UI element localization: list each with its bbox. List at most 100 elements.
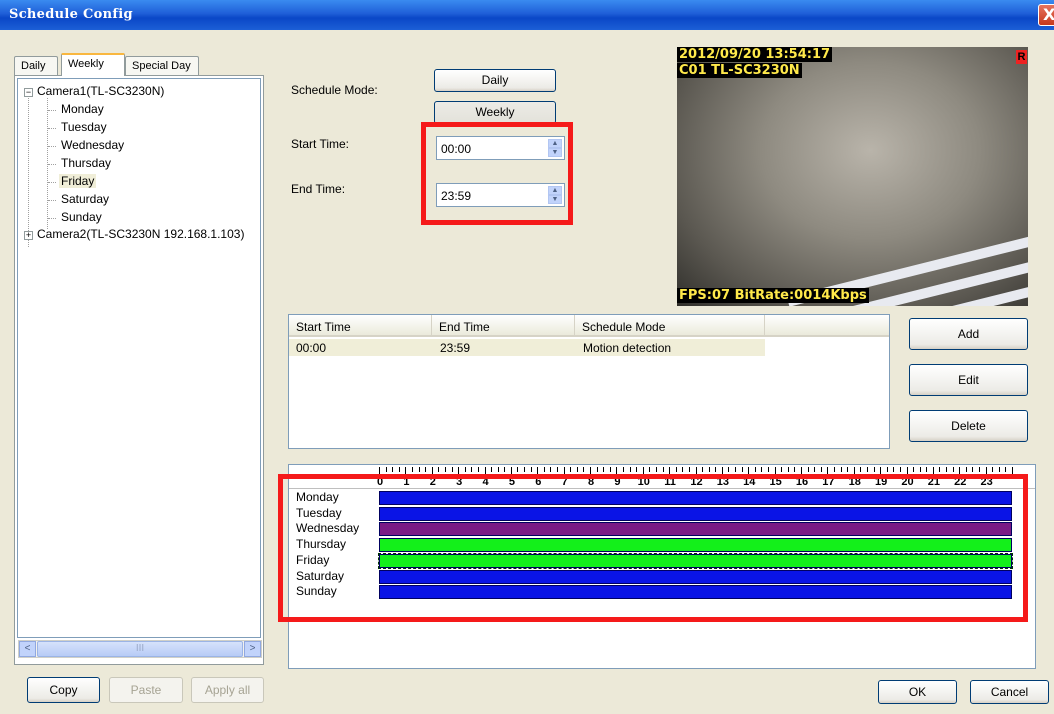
ruler-tick <box>781 467 783 472</box>
paste-button[interactable]: Paste <box>109 677 183 703</box>
ruler-tick <box>530 467 532 472</box>
ruler-tick <box>899 467 901 472</box>
preview-camera-name: C01 TL-SC3230N <box>677 63 802 78</box>
tab-daily[interactable]: Daily <box>14 56 58 76</box>
mode-weekly-button[interactable]: Weekly <box>434 101 556 124</box>
ruler-tick <box>886 467 888 472</box>
ruler-tick <box>939 467 941 472</box>
tree-day-friday[interactable]: Friday <box>59 174 97 188</box>
camera-tree[interactable]: − Camera1(TL-SC3230N) Monday Tuesday Wed… <box>17 78 261 638</box>
ruler-tick <box>820 467 822 472</box>
end-time-label: End Time: <box>291 182 346 196</box>
ruler-tick <box>425 467 427 472</box>
tree-line <box>48 218 56 219</box>
tree-camera1[interactable]: Camera1(TL-SC3230N) <box>37 84 164 98</box>
ruler-tick <box>491 467 493 472</box>
ruler-tick <box>919 467 921 472</box>
ruler-tick <box>418 467 420 472</box>
tab-weekly[interactable]: Weekly <box>61 53 125 76</box>
tree-day-saturday[interactable]: Saturday <box>61 192 109 206</box>
ruler-tick <box>497 467 499 472</box>
scroll-right-arrow-icon[interactable]: > <box>244 641 261 657</box>
tree-horizontal-scrollbar[interactable]: < III > <box>18 640 262 658</box>
apply-all-button[interactable]: Apply all <box>191 677 264 703</box>
tree-line <box>48 182 56 183</box>
preview-timestamp: 2012/09/20 13:54:17 <box>677 47 833 62</box>
ruler-tick <box>411 467 413 472</box>
ruler-tick <box>715 467 717 472</box>
ruler-tick <box>603 467 605 472</box>
ruler-tick <box>702 467 704 472</box>
ruler-tick <box>622 467 624 472</box>
ruler-tick <box>728 467 730 472</box>
ruler-tick <box>438 467 440 472</box>
ruler-tick <box>814 467 816 472</box>
window-title: Schedule Config <box>9 7 133 22</box>
schedule-mode-label: Schedule Mode: <box>291 83 378 97</box>
ruler-tick <box>741 467 743 472</box>
ruler-tick <box>543 467 545 472</box>
ruler-tick <box>873 467 875 472</box>
ruler-tick <box>596 467 598 472</box>
scroll-left-arrow-icon[interactable]: < <box>19 641 36 657</box>
ruler-tick <box>1005 467 1007 472</box>
ruler-tick <box>794 467 796 472</box>
tree-line <box>48 146 56 147</box>
ruler-tick <box>768 467 770 472</box>
column-start-time[interactable]: Start Time <box>289 315 432 336</box>
ruler-tick <box>385 467 387 472</box>
ruler-tick <box>946 467 948 472</box>
tree-day-monday[interactable]: Monday <box>61 102 104 116</box>
delete-button[interactable]: Delete <box>909 410 1028 442</box>
tree-camera2[interactable]: Camera2(TL-SC3230N 192.168.1.103) <box>37 227 244 241</box>
add-button[interactable]: Add <box>909 318 1028 350</box>
column-end-time[interactable]: End Time <box>432 315 575 336</box>
collapse-icon[interactable]: − <box>24 88 33 97</box>
ruler-tick <box>609 467 611 472</box>
mode-daily-button[interactable]: Daily <box>434 69 556 92</box>
scroll-thumb[interactable]: III <box>37 641 243 657</box>
schedule-list[interactable]: Start Time End Time Schedule Mode 00:00 … <box>288 314 890 449</box>
camera-tree-panel: − Camera1(TL-SC3230N) Monday Tuesday Wed… <box>14 75 264 665</box>
ruler-tick <box>570 467 572 472</box>
table-row[interactable]: 00:00 23:59 Motion detection <box>289 339 765 356</box>
tree-day-thursday[interactable]: Thursday <box>61 156 111 170</box>
expand-icon[interactable]: + <box>24 231 33 240</box>
start-time-label: Start Time: <box>291 137 350 151</box>
title-bar[interactable]: Schedule Config X <box>0 0 1054 30</box>
copy-button[interactable]: Copy <box>27 677 100 703</box>
ruler-tick <box>649 467 651 472</box>
row-start-time: 00:00 <box>296 341 327 355</box>
edit-button[interactable]: Edit <box>909 364 1028 396</box>
ruler-tick <box>477 467 479 472</box>
camera-preview: 2012/09/20 13:54:17 C01 TL-SC3230N R FPS… <box>677 47 1028 306</box>
ruler-tick <box>682 467 684 472</box>
tree-line <box>48 128 56 129</box>
ruler-tick <box>708 467 710 472</box>
ruler-tick <box>583 467 585 472</box>
ruler-tick <box>675 467 677 472</box>
tab-special-day[interactable]: Special Day <box>125 56 199 76</box>
row-end-time: 23:59 <box>440 341 471 355</box>
ruler-tick <box>464 467 466 472</box>
ruler-tick <box>557 467 559 472</box>
ruler-tick <box>866 467 868 472</box>
preview-stats: FPS:07 BitRate:0014Kbps <box>677 288 869 303</box>
cancel-button[interactable]: Cancel <box>970 680 1049 704</box>
ruler-tick <box>979 467 981 472</box>
tree-day-wednesday[interactable]: Wednesday <box>61 138 124 152</box>
close-icon: X <box>1043 5 1054 24</box>
ruler-tick <box>576 467 578 472</box>
tree-line <box>48 164 56 165</box>
column-schedule-mode[interactable]: Schedule Mode <box>575 315 765 336</box>
ruler-tick <box>524 467 526 472</box>
ruler-tick <box>847 467 849 472</box>
timeline-highlight <box>278 474 1028 622</box>
ruler-tick <box>998 467 1000 472</box>
ruler-tick <box>504 467 506 472</box>
tree-day-sunday[interactable]: Sunday <box>61 210 102 224</box>
ok-button[interactable]: OK <box>878 680 957 704</box>
ruler-tick <box>992 467 994 472</box>
tree-day-tuesday[interactable]: Tuesday <box>61 120 107 134</box>
close-button[interactable]: X <box>1038 4 1054 26</box>
